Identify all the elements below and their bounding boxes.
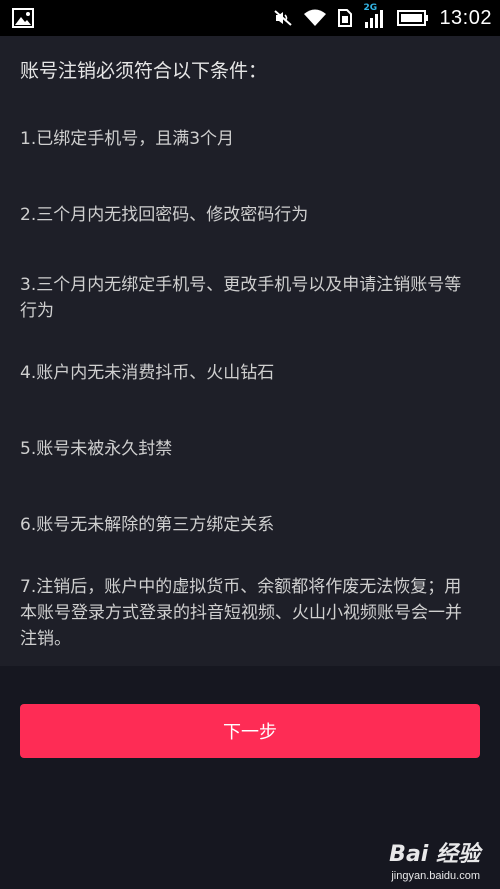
mute-icon (274, 10, 293, 26)
condition-item: 4.账户内无未消费抖币、火山钻石 (20, 363, 275, 383)
condition-item: 3.三个月内无绑定手机号、更改手机号以及申请注销账号等行为 (20, 275, 462, 321)
baidu-watermark: Bai 经验 jingyan.baidu.com (389, 836, 480, 882)
image-notification-icon (12, 8, 34, 28)
page-heading: 账号注销必须符合以下条件： (20, 60, 268, 82)
condition-item: 5.账号未被永久封禁 (20, 439, 173, 459)
condition-item: 1.已绑定手机号，且满3个月 (20, 129, 235, 149)
status-icons: 2G 13:02 (273, 0, 492, 36)
watermark-logo-text: Bai 经验 (389, 842, 480, 867)
condition-item: 6.账号无未解除的第三方绑定关系 (20, 515, 275, 535)
signal-indicator: 2G (363, 3, 387, 29)
watermark-url: jingyan.baidu.com (391, 870, 480, 882)
conditions-panel: 账号注销必须符合以下条件： 1.已绑定手机号，且满3个月 2.三个月内无找回密码… (0, 36, 500, 666)
condition-item: 2.三个月内无找回密码、修改密码行为 (20, 205, 309, 225)
wifi-icon (304, 9, 327, 26)
baidu-logo: Bai 经验 (389, 836, 480, 868)
status-bar: 2G 13:02 (0, 0, 500, 36)
sim-icon (338, 9, 353, 27)
battery-icon (397, 10, 429, 26)
condition-item: 7.注销后，账户中的虚拟货币、余额都将作废无法恢复；用本账号登录方式登录的抖音短… (20, 577, 462, 649)
status-clock: 13:02 (439, 6, 492, 29)
network-type-label: 2G (363, 3, 378, 13)
next-step-button[interactable]: 下一步 (20, 704, 480, 758)
